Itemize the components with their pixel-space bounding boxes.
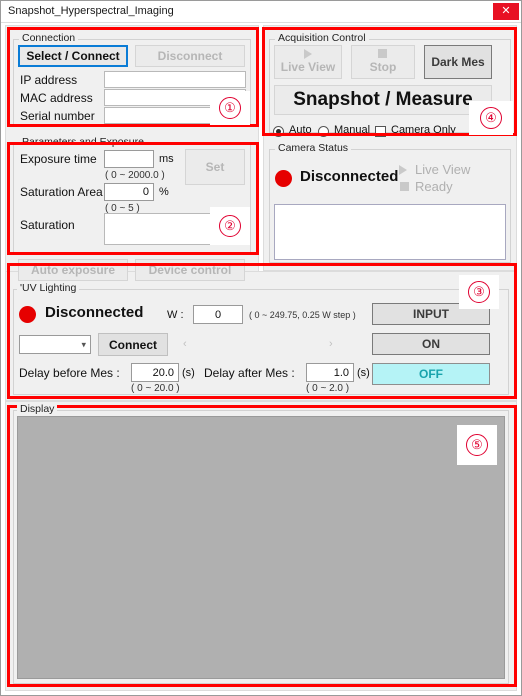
connection-group-label: Connection xyxy=(19,32,79,44)
annotation-marker-1-label: ① xyxy=(219,97,241,119)
exposure-time-input[interactable] xyxy=(104,150,154,168)
uv-status-indicator xyxy=(19,306,36,323)
delay-before-unit: (s) xyxy=(182,367,195,379)
dark-mes-label: Dark Mes xyxy=(431,55,485,69)
stop-label: Stop xyxy=(369,59,397,74)
application-window: Snapshot_Hyperspectral_Imaging ✕ Connect… xyxy=(0,0,522,696)
snapshot-measure-label: Snapshot / Measure xyxy=(293,89,473,110)
radio-auto-label: Auto xyxy=(289,124,312,136)
checkbox-camera-only[interactable] xyxy=(375,126,386,137)
camera-status-group-label: Camera Status xyxy=(275,142,352,154)
annotation-marker-5: ⑤ xyxy=(457,425,497,465)
uv-prev-arrow[interactable]: ‹ xyxy=(183,338,187,350)
uv-power-label: W : xyxy=(167,309,184,321)
annotation-marker-1: ① xyxy=(210,91,250,125)
annotation-marker-2: ② xyxy=(210,207,250,245)
snapshot-measure-button[interactable]: Snapshot / Measure xyxy=(274,85,492,115)
delay-after-value: 1.0 xyxy=(333,366,349,379)
title-bar: Snapshot_Hyperspectral_Imaging ✕ xyxy=(1,1,521,23)
uv-port-select[interactable]: ▾ xyxy=(19,335,91,354)
ip-address-label: IP address xyxy=(20,73,78,87)
checkbox-camera-only-label: Camera Only xyxy=(391,124,456,136)
uv-connect-label: Connect xyxy=(109,337,157,352)
live-view-status-icon xyxy=(399,165,407,175)
stop-square-icon xyxy=(378,49,387,58)
delay-after-label: Delay after Mes : xyxy=(204,366,295,380)
uv-power-input[interactable]: 0 xyxy=(193,305,243,324)
device-control-label: Device control xyxy=(148,263,232,277)
acquisition-group-label: Acquisition Control xyxy=(275,32,369,44)
annotation-marker-4-label: ④ xyxy=(480,107,502,129)
device-control-button[interactable]: Device control xyxy=(135,259,245,281)
close-icon: ✕ xyxy=(501,5,511,17)
delay-before-input[interactable]: 20.0 xyxy=(131,363,179,382)
select-connect-button[interactable]: Select / Connect xyxy=(18,45,128,67)
exposure-range-hint: ( 0 ~ 2000.0 ) xyxy=(105,170,165,181)
window-title: Snapshot_Hyperspectral_Imaging xyxy=(8,5,174,17)
radio-manual[interactable] xyxy=(318,126,329,137)
display-canvas[interactable] xyxy=(17,416,505,679)
camera-status-indicator xyxy=(275,170,292,187)
ready-status-icon xyxy=(400,182,409,191)
auto-exposure-label: Auto exposure xyxy=(30,263,115,277)
uv-next-arrow[interactable]: › xyxy=(329,338,333,350)
ip-address-field[interactable] xyxy=(104,71,246,88)
delay-before-range-hint: ( 0 ~ 20.0 ) xyxy=(131,383,180,394)
uv-on-label: ON xyxy=(422,337,440,351)
annotation-marker-2-label: ② xyxy=(219,215,241,237)
select-connect-label: Select / Connect xyxy=(26,49,120,63)
chevron-down-icon: ▾ xyxy=(81,339,86,349)
annotation-marker-5-label: ⑤ xyxy=(466,434,488,456)
uv-lighting-group-label: 'UV Lighting xyxy=(17,282,80,294)
camera-status-text: Disconnected xyxy=(300,168,399,185)
camera-status-log xyxy=(274,204,506,260)
play-icon xyxy=(304,49,312,59)
delay-before-value: 20.0 xyxy=(152,366,174,379)
uv-input-label: INPUT xyxy=(413,307,449,321)
live-view-label: Live View xyxy=(280,59,336,74)
annotation-marker-3-label: ③ xyxy=(468,281,490,303)
saturation-area-unit-label: % xyxy=(159,186,169,198)
set-button[interactable]: Set xyxy=(185,149,245,185)
saturation-area-label: Saturation Area xyxy=(20,185,103,199)
serial-number-label: Serial number xyxy=(20,109,95,123)
annotation-marker-4: ④ xyxy=(469,101,513,135)
set-label: Set xyxy=(205,160,225,174)
ready-status-label: Ready xyxy=(415,179,453,194)
mac-address-label: MAC address xyxy=(20,91,93,105)
saturation-area-input[interactable]: 0 xyxy=(104,183,154,201)
uv-connect-button[interactable]: Connect xyxy=(98,333,168,356)
display-group-label: Display xyxy=(17,403,58,415)
uv-off-button[interactable]: OFF xyxy=(372,363,490,385)
exposure-time-label: Exposure time xyxy=(20,152,97,166)
auto-exposure-button[interactable]: Auto exposure xyxy=(18,259,128,281)
delay-after-range-hint: ( 0 ~ 2.0 ) xyxy=(306,383,350,394)
radio-auto[interactable] xyxy=(273,126,284,137)
uv-power-value: 0 xyxy=(214,308,222,321)
uv-power-range-hint: ( 0 ~ 249.75, 0.25 W step ) xyxy=(249,310,356,320)
disconnect-label: Disconnect xyxy=(157,49,223,63)
delay-after-unit: (s) xyxy=(357,367,370,379)
live-view-status-label: Live View xyxy=(415,162,471,177)
uv-off-label: OFF xyxy=(419,367,443,381)
parameters-group-label: Parameters and Exposure xyxy=(19,136,147,148)
delay-before-label: Delay before Mes : xyxy=(19,366,120,380)
close-button[interactable]: ✕ xyxy=(493,3,519,20)
dark-mes-button[interactable]: Dark Mes xyxy=(424,45,492,79)
saturation-label: Saturation xyxy=(20,218,75,232)
disconnect-button[interactable]: Disconnect xyxy=(135,45,245,67)
radio-manual-label: Manual xyxy=(334,124,371,136)
saturation-area-value: 0 xyxy=(142,186,149,198)
annotation-marker-3: ③ xyxy=(459,275,499,309)
uv-status-text: Disconnected xyxy=(45,304,144,321)
exposure-unit-label: ms xyxy=(159,153,174,165)
uv-on-button[interactable]: ON xyxy=(372,333,490,355)
delay-after-input[interactable]: 1.0 xyxy=(306,363,354,382)
